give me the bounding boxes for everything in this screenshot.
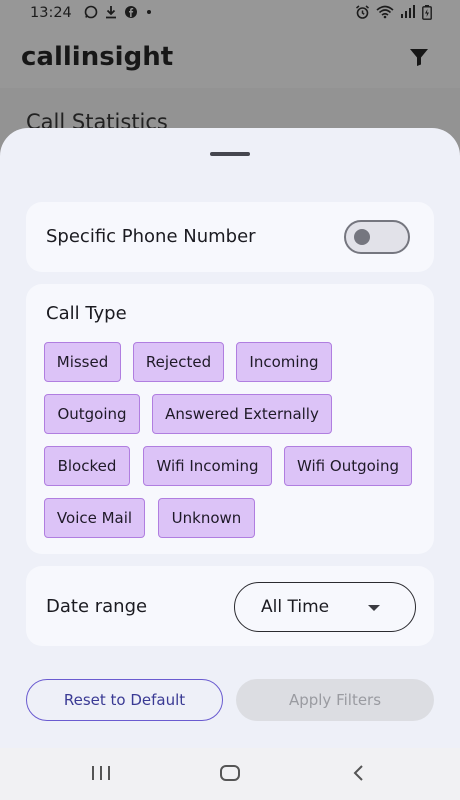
facebook-icon (124, 5, 138, 23)
chip-wifi-incoming[interactable]: Wifi Incoming (143, 446, 272, 486)
status-right-icons (355, 5, 432, 24)
back-icon[interactable] (348, 762, 370, 784)
dot-icon (145, 5, 153, 23)
chip-unknown[interactable]: Unknown (158, 498, 255, 538)
toggle-knob (354, 229, 370, 245)
chevron-down-icon (368, 605, 380, 611)
app-title: callinsight (21, 42, 174, 72)
phone-number-label: Specific Phone Number (46, 226, 256, 247)
navigation-bar (0, 748, 460, 800)
phone-number-card: Specific Phone Number (26, 202, 434, 272)
chip-outgoing[interactable]: Outgoing (44, 394, 140, 434)
date-range-dropdown[interactable]: All Time (234, 582, 416, 632)
signal-icon (400, 5, 416, 24)
battery-icon (422, 5, 432, 24)
status-time: 13:24 (30, 5, 72, 21)
date-range-label: Date range (46, 596, 148, 617)
chip-blocked[interactable]: Blocked (44, 446, 130, 486)
reset-button[interactable]: Reset to Default (26, 679, 223, 721)
phone-number-toggle[interactable] (344, 220, 410, 254)
date-range-card: Date range All Time (26, 566, 434, 646)
download-icon (105, 5, 117, 23)
chip-rejected[interactable]: Rejected (133, 342, 224, 382)
drag-handle[interactable] (210, 152, 250, 156)
chip-voice-mail[interactable]: Voice Mail (44, 498, 145, 538)
wifi-icon (376, 5, 394, 24)
chip-missed[interactable]: Missed (44, 342, 121, 382)
home-icon[interactable] (219, 762, 241, 784)
call-type-card: Call Type Missed Rejected Incoming Outgo… (26, 284, 434, 554)
date-range-value: All Time (261, 597, 330, 617)
filter-icon[interactable] (408, 46, 430, 68)
chip-incoming[interactable]: Incoming (236, 342, 332, 382)
apply-filters-button[interactable]: Apply Filters (236, 679, 434, 721)
status-bar: 13:24 (0, 0, 460, 28)
call-type-label: Call Type (46, 303, 127, 324)
whatsapp-icon (84, 5, 98, 23)
recents-icon[interactable] (90, 762, 112, 784)
chip-answered-externally[interactable]: Answered Externally (152, 394, 332, 434)
status-left-icons (84, 5, 153, 23)
app-bar: callinsight (0, 28, 460, 88)
chip-wifi-outgoing[interactable]: Wifi Outgoing (284, 446, 412, 486)
filter-bottom-sheet: Specific Phone Number Call Type Missed R… (0, 128, 460, 748)
alarm-icon (355, 5, 370, 24)
